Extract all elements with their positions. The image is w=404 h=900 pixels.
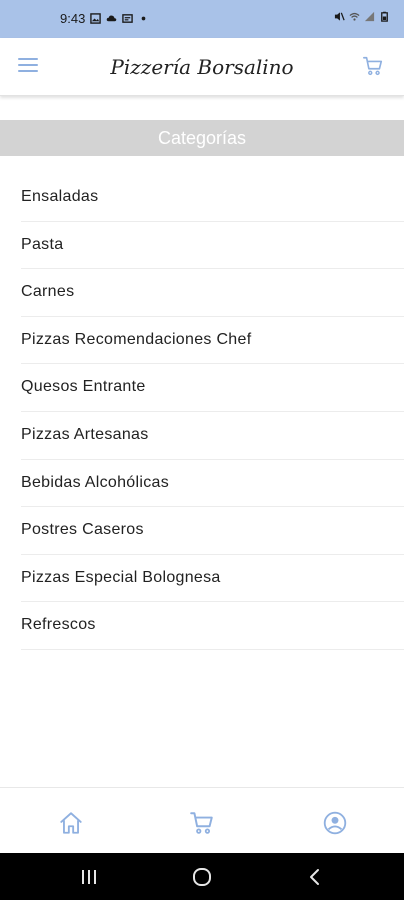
signal-icon [364,11,375,22]
status-left: 9:43 [60,11,149,26]
cast-icon [122,14,134,23]
battery-icon [381,11,388,22]
image-icon [90,13,102,24]
category-item[interactable]: Quesos Entrante [21,364,404,412]
home-icon[interactable] [58,810,84,836]
category-list: Ensaladas Pasta Carnes Pizzas Recomendac… [21,174,404,650]
bottom-nav [0,787,404,853]
category-item[interactable]: Postres Caseros [21,507,404,555]
category-item[interactable]: Refrescos [21,602,404,650]
app-title: Pizzería Borsalino [110,55,294,79]
category-item[interactable]: Bebidas Alcohólicas [21,460,404,508]
cloud-icon [107,15,117,22]
section-header-categories: Categorías [0,120,404,156]
cart-icon[interactable] [189,810,215,836]
recent-apps-icon[interactable] [78,867,100,887]
app-header: Pizzería Borsalino [0,38,404,96]
no-sound-icon [334,12,345,21]
status-bar: 9:43 [0,0,404,38]
user-profile-icon[interactable] [322,810,348,836]
wifi-icon [349,12,360,21]
category-item[interactable]: Pasta [21,222,404,270]
status-right [334,11,390,22]
status-time: 9:43 [60,11,86,26]
category-item[interactable]: Ensaladas [21,174,404,222]
category-item[interactable]: Pizzas Especial Bolognesa [21,555,404,603]
back-icon[interactable] [304,867,326,887]
category-item[interactable]: Pizzas Artesanas [21,412,404,460]
home-circle-icon[interactable] [191,867,213,887]
category-item[interactable]: Pizzas Recomendaciones Chef [21,317,404,365]
system-nav-bar [0,853,404,900]
dot-icon [141,16,146,21]
cart-icon[interactable] [362,55,384,77]
category-item[interactable]: Carnes [21,269,404,317]
